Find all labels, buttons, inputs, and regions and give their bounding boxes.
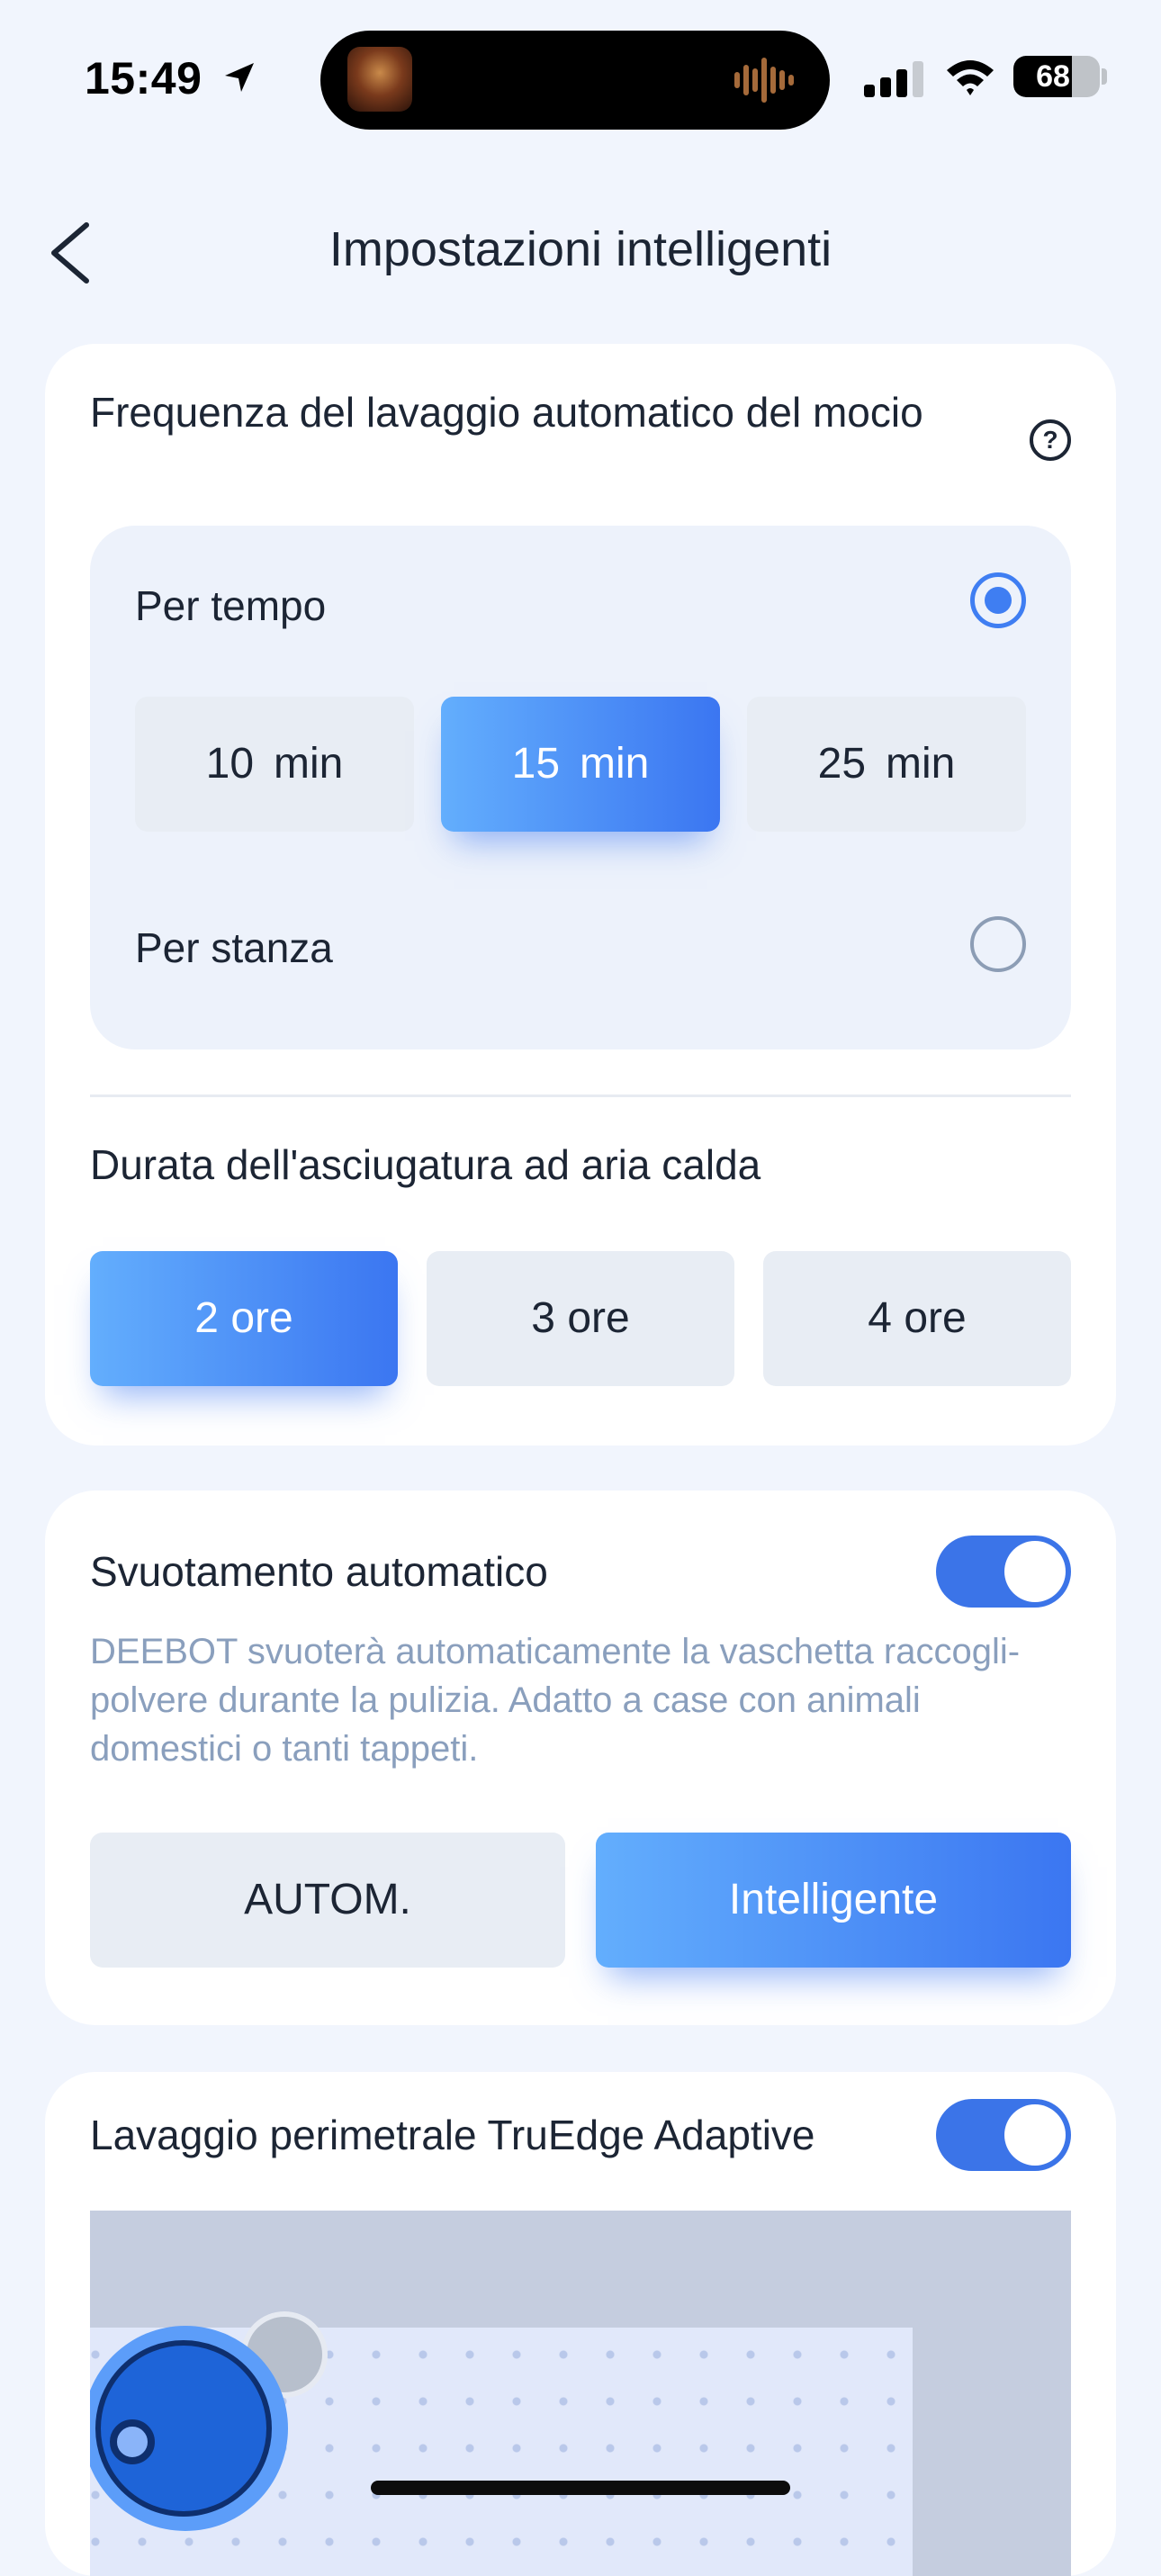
auto-empty-title: Svuotamento automatico: [90, 1548, 548, 1595]
truedge-illustration: [90, 2211, 1071, 2576]
drying-3h-button[interactable]: 3 ore: [427, 1251, 734, 1386]
mop-wash-frequency-title: Frequenza del lavaggio automatico del mo…: [90, 389, 923, 436]
drying-4h-button[interactable]: 4 ore: [763, 1251, 1071, 1386]
truedge-toggle[interactable]: [936, 2099, 1071, 2171]
robot-sensor: [110, 2419, 155, 2464]
battery-indicator: 68: [1013, 56, 1100, 97]
auto-empty-toggle[interactable]: [936, 1536, 1071, 1608]
by-room-label: Per stanza: [135, 924, 333, 971]
cellular-signal-icon: [864, 61, 923, 97]
battery-cap: [1102, 68, 1107, 85]
smart-mode-button[interactable]: Intelligente: [596, 1833, 1071, 1968]
auto-mode-button[interactable]: AUTOM.: [90, 1833, 565, 1968]
truedge-title: Lavaggio perimetrale TruEdge Adaptive: [90, 2112, 815, 2158]
auto-empty-card: Svuotamento automatico DEEBOT svuoterà a…: [45, 1491, 1116, 2025]
frequency-options-panel: Per tempo 10 min 15 min 25 min Per stanza: [90, 526, 1071, 1049]
section-divider: [90, 1094, 1071, 1097]
dynamic-island: [320, 31, 830, 130]
home-indicator[interactable]: [371, 2481, 790, 2495]
drying-2h-button[interactable]: 2 ore: [90, 1251, 398, 1386]
interval-10-min-button[interactable]: 10 min: [135, 697, 414, 832]
page-title: Impostazioni intelligenti: [328, 222, 832, 276]
battery-percentage: 68: [1036, 59, 1070, 94]
now-playing-artwork: [347, 47, 412, 112]
status-time: 15:49: [85, 53, 202, 104]
by-room-radio[interactable]: [970, 916, 1026, 972]
interval-25-min-button[interactable]: 25 min: [747, 697, 1026, 832]
location-arrow-icon: [225, 63, 254, 92]
truedge-card: Lavaggio perimetrale TruEdge Adaptive: [45, 2072, 1116, 2576]
toggle-knob: [1004, 2104, 1066, 2166]
wifi-icon: [947, 60, 994, 95]
by-time-label: Per tempo: [135, 582, 327, 629]
toggle-knob: [1004, 1541, 1066, 1602]
help-icon[interactable]: ?: [1030, 419, 1071, 461]
mop-settings-card: Frequenza del lavaggio automatico del mo…: [45, 344, 1116, 1446]
audio-waveform-icon: [734, 58, 794, 103]
by-time-radio[interactable]: [970, 572, 1026, 628]
interval-15-min-button[interactable]: 15 min: [441, 697, 720, 832]
drying-duration-title: Durata dell'asciugatura ad aria calda: [90, 1141, 761, 1188]
auto-empty-description: DEEBOT svuoterà automaticamente la vasch…: [90, 1632, 1021, 1769]
